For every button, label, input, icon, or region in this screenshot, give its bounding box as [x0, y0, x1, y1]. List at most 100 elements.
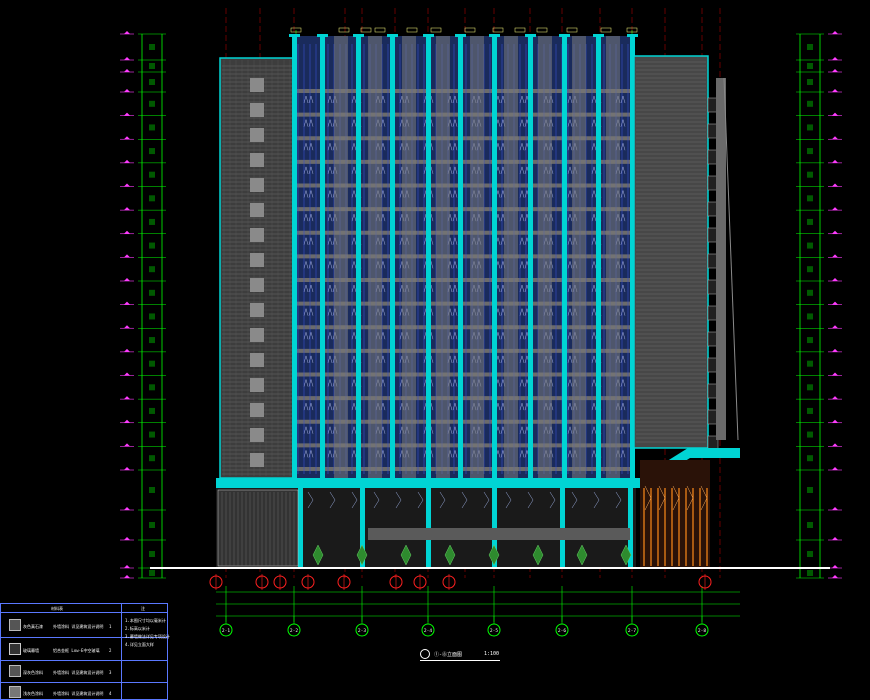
cyan-fin	[528, 36, 533, 480]
podium-sign-band	[368, 528, 630, 540]
fin-cap	[593, 34, 604, 37]
gray-pier	[334, 36, 348, 478]
legend-swatch-3	[9, 665, 21, 677]
podium-column	[298, 488, 303, 568]
dim-text-mark	[149, 63, 155, 69]
dim-text-mark	[807, 124, 813, 131]
dim-text-mark	[807, 195, 813, 202]
title-symbol-icon	[420, 649, 430, 659]
cyan-fin	[292, 36, 297, 480]
right-core-wall	[633, 55, 709, 449]
dim-text-mark	[149, 242, 155, 249]
gray-pier	[504, 36, 518, 478]
dim-text-mark	[149, 148, 155, 155]
left-window	[250, 153, 264, 167]
gray-pier	[606, 36, 620, 478]
legend-row-desc: 外墙涂料 详见建筑设计说明	[53, 624, 104, 629]
fin-cap	[525, 34, 536, 37]
axis-bubble-label: 2-6	[558, 628, 566, 634]
fin-cap	[353, 34, 364, 37]
dim-text-mark	[149, 195, 155, 202]
cyan-fin	[596, 36, 601, 480]
fin-cap	[489, 34, 500, 37]
left-window	[250, 378, 264, 392]
gray-pier	[538, 36, 552, 478]
legend-swatch-1	[9, 619, 21, 631]
dim-text-mark	[807, 570, 813, 576]
left-window	[250, 278, 264, 292]
dim-text-mark	[807, 242, 813, 249]
left-window	[250, 328, 264, 342]
dim-text-mark	[807, 431, 813, 438]
axis-bubble-label: 2-1	[222, 628, 230, 634]
dim-text-mark	[149, 171, 155, 178]
legend-row-name: 深灰色涂料	[23, 670, 43, 675]
cyan-fin	[562, 36, 567, 480]
fin-cap	[559, 34, 570, 37]
legend-row-name: 玻璃幕墙	[23, 648, 39, 653]
dim-text-mark	[807, 79, 813, 85]
axis-bubble-label: 2-3	[358, 628, 366, 634]
left-window	[250, 253, 264, 267]
dim-text-mark	[149, 79, 155, 85]
fin-cap	[387, 34, 398, 37]
gray-pier	[368, 36, 382, 478]
dim-text-mark	[149, 218, 155, 225]
cyan-fin	[320, 36, 325, 480]
dim-text-mark	[149, 313, 155, 320]
dim-text-mark	[149, 384, 155, 391]
cyan-fin	[426, 36, 431, 480]
right-edge-wall	[716, 78, 726, 440]
dim-text-mark	[807, 360, 813, 367]
left-window	[250, 203, 264, 217]
legend-row-code: 3	[109, 670, 112, 675]
legend-row-code: 2	[109, 648, 112, 653]
axis-bubble-label: 2-5	[490, 628, 498, 634]
dim-text-mark	[807, 337, 813, 344]
drawing-title-block: ①-⑧立面图 1:100	[420, 648, 500, 661]
left-window	[250, 403, 264, 417]
dim-text-mark	[807, 63, 813, 69]
dim-text-mark	[807, 407, 813, 414]
left-window	[250, 303, 264, 317]
cyan-fin	[390, 36, 395, 480]
fin-cap	[423, 34, 434, 37]
left-window	[250, 178, 264, 192]
cyan-fin	[492, 36, 497, 480]
cyan-fin	[356, 36, 361, 480]
dim-text-mark	[807, 171, 813, 178]
material-legend-table: 材料表 注 灰色真石漆 外墙涂料 详见建筑设计说明 1 玻璃幕墙 铝合金框 Lo…	[0, 603, 170, 700]
dim-text-mark	[149, 44, 155, 50]
axis-bubble-label: 2-8	[698, 628, 706, 634]
cyan-fin	[458, 36, 463, 480]
legend-row-code: 4	[109, 691, 112, 696]
dim-text-mark	[807, 218, 813, 225]
dim-text-mark	[149, 431, 155, 438]
dim-text-mark	[807, 266, 813, 273]
dim-text-mark	[149, 124, 155, 131]
left-window	[250, 453, 264, 467]
legend-row-name: 浅灰色涂料	[23, 691, 43, 696]
dim-text-mark	[807, 148, 813, 155]
legend-swatch-4	[9, 686, 21, 698]
legend-row-desc: 外墙涂料 详见建筑设计说明	[53, 670, 104, 675]
legend-row-code: 1	[109, 624, 112, 629]
fin-cap	[317, 34, 328, 37]
dim-text-mark	[807, 522, 813, 528]
dim-text-mark	[807, 455, 813, 462]
legend-row-desc: 外墙涂料 详见建筑设计说明	[53, 691, 104, 696]
left-window	[250, 103, 264, 117]
left-window	[250, 353, 264, 367]
legend-row-desc: 铝合金框 Low-E中空玻璃	[53, 648, 100, 653]
left-window	[250, 128, 264, 142]
legend-note: 1.本图尺寸均以毫米计	[125, 618, 166, 623]
dim-text-mark	[807, 313, 813, 320]
gray-pier	[572, 36, 586, 478]
legend-note: 3.幕墙做法详见专项设计	[125, 634, 170, 639]
dim-text-mark	[149, 522, 155, 528]
axis-bubble-label: 2-7	[628, 628, 636, 634]
dim-text-mark	[149, 360, 155, 367]
dim-text-mark	[807, 44, 813, 50]
fin-cap	[289, 34, 300, 37]
dim-text-mark	[807, 289, 813, 296]
